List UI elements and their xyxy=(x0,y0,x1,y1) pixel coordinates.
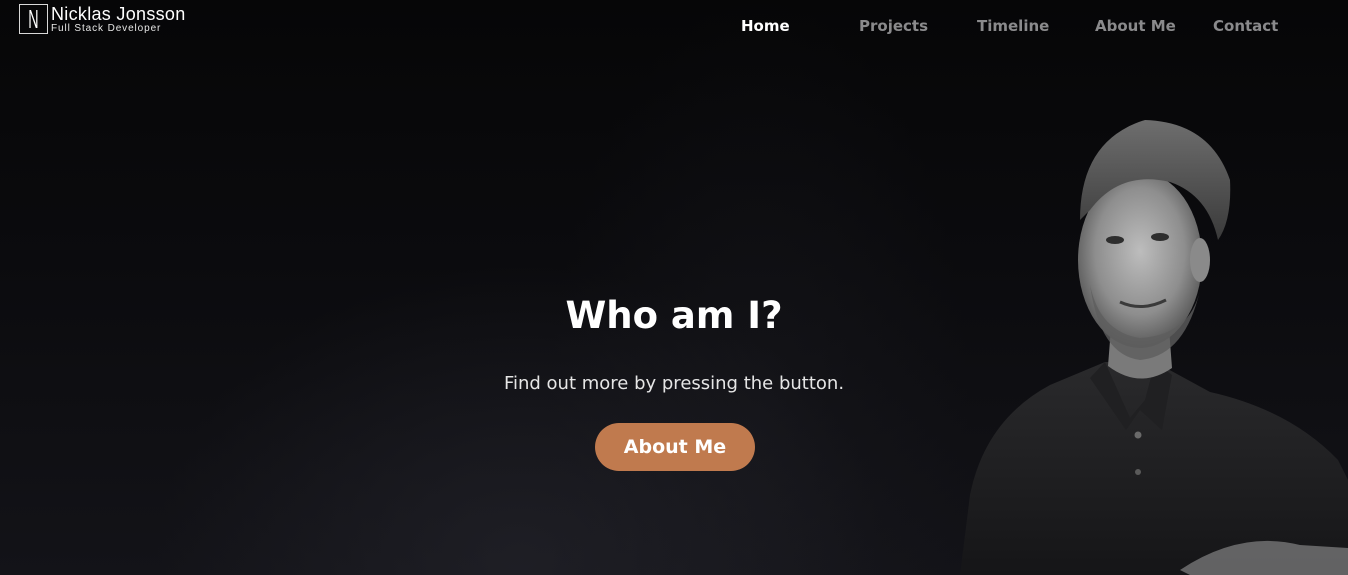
main-nav: Home Projects Timeline About Me Contact xyxy=(0,17,1348,39)
nav-timeline[interactable]: Timeline xyxy=(977,17,1049,35)
nav-contact[interactable]: Contact xyxy=(1213,17,1278,35)
nav-about-me[interactable]: About Me xyxy=(1095,17,1176,35)
about-me-button[interactable]: About Me xyxy=(595,423,755,471)
hero-page: N Nicklas Jonsson Full Stack Developer H… xyxy=(0,0,1348,575)
nav-home[interactable]: Home xyxy=(741,17,790,35)
portrait-image xyxy=(960,120,1348,575)
nav-projects[interactable]: Projects xyxy=(859,17,928,35)
